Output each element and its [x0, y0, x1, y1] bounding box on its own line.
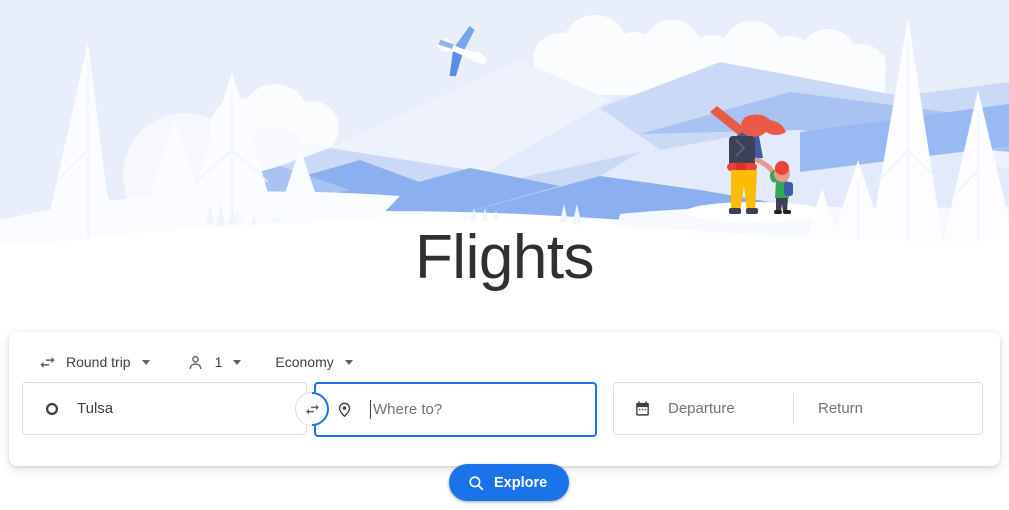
return-date-input[interactable]: Return — [794, 383, 982, 434]
origin-value: Tulsa — [77, 400, 114, 417]
departure-placeholder: Departure — [668, 400, 735, 417]
date-input-group: Departure Return — [613, 382, 983, 435]
swap-origin-destination-button[interactable] — [287, 384, 337, 434]
location-pin-icon — [336, 401, 353, 418]
flights-page: Flights Round trip 1 Economy Tulsa Where… — [0, 0, 1009, 510]
trip-type-label: Round trip — [66, 354, 131, 370]
chevron-down-icon — [344, 359, 353, 365]
cabin-class-label: Economy — [275, 354, 334, 370]
search-icon — [467, 474, 485, 492]
chevron-down-icon — [141, 359, 150, 365]
passengers-count-label: 1 — [214, 354, 223, 370]
person-icon — [186, 352, 206, 372]
calendar-icon — [634, 400, 651, 417]
origin-input[interactable]: Tulsa — [22, 382, 307, 435]
swap-arrows-icon — [305, 404, 319, 414]
destination-placeholder: Where to? — [373, 401, 443, 418]
explore-button[interactable]: Explore — [449, 464, 570, 501]
origin-circle-icon — [44, 401, 60, 417]
search-options-row: Round trip 1 Economy — [31, 342, 359, 382]
destination-input[interactable]: Where to? — [314, 382, 597, 437]
explore-button-label: Explore — [494, 474, 548, 491]
passengers-dropdown[interactable]: 1 — [180, 346, 248, 378]
text-cursor — [370, 400, 371, 419]
cabin-class-dropdown[interactable]: Economy — [269, 346, 358, 378]
return-placeholder: Return — [818, 400, 864, 417]
swap-horizontal-icon — [37, 352, 57, 372]
departure-date-input[interactable]: Departure — [614, 383, 793, 434]
trip-type-dropdown[interactable]: Round trip — [31, 346, 156, 378]
page-title: Flights — [414, 223, 595, 292]
chevron-down-icon — [233, 359, 242, 365]
